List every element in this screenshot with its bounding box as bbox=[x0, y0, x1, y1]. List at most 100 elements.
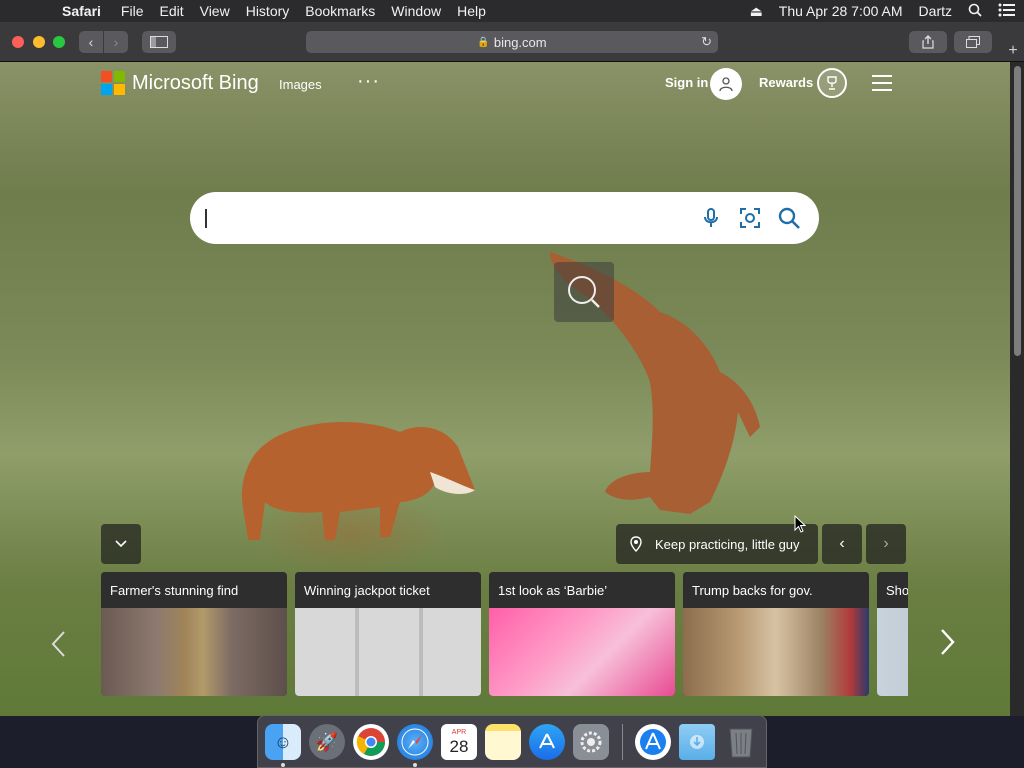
visual-search-overlay[interactable] bbox=[554, 262, 614, 322]
news-carousel: Farmer's stunning find Winning jackpot t… bbox=[101, 572, 908, 696]
forward-button[interactable]: › bbox=[104, 31, 128, 53]
avatar[interactable] bbox=[710, 68, 742, 100]
menubar-clock[interactable]: Thu Apr 28 7:00 AM bbox=[771, 3, 911, 19]
microsoft-logo-icon bbox=[101, 71, 125, 95]
image-caption[interactable]: Keep practicing, little guy bbox=[616, 524, 818, 564]
news-card[interactable]: Trump backs for gov. bbox=[683, 572, 869, 696]
system-preferences-icon[interactable] bbox=[573, 724, 609, 760]
chevron-left-icon bbox=[51, 631, 65, 657]
close-window-button[interactable] bbox=[12, 36, 24, 48]
chevron-left-icon: ‹ bbox=[839, 535, 845, 552]
running-indicator bbox=[413, 763, 417, 767]
notes-icon[interactable] bbox=[485, 724, 521, 760]
news-card-image bbox=[877, 608, 908, 696]
dock-separator bbox=[622, 724, 623, 760]
menu-file[interactable]: File bbox=[113, 3, 152, 19]
news-card-title: 1st look as ‘Barbie’ bbox=[489, 572, 675, 608]
back-button[interactable]: ‹ bbox=[79, 31, 103, 53]
next-image-button[interactable]: › bbox=[866, 524, 906, 564]
app-store-icon[interactable] bbox=[529, 724, 565, 760]
caption-text: Keep practicing, little guy bbox=[655, 536, 800, 552]
tab-overview-button[interactable] bbox=[954, 31, 992, 53]
news-card[interactable]: Farmer's stunning find bbox=[101, 572, 287, 696]
tabs-icon bbox=[966, 36, 980, 48]
address-bar[interactable]: 🔒 bing.com ↻ bbox=[306, 31, 718, 53]
chrome-icon[interactable] bbox=[353, 724, 389, 760]
reload-icon[interactable]: ↻ bbox=[701, 34, 712, 50]
chevron-right-icon bbox=[941, 629, 955, 655]
search-icon bbox=[778, 207, 800, 229]
news-card-title: Farmer's stunning find bbox=[101, 572, 287, 608]
chevron-right-icon: › bbox=[113, 34, 119, 50]
scrollbar-thumb[interactable] bbox=[1014, 66, 1021, 356]
share-icon bbox=[922, 35, 934, 49]
text-caret bbox=[205, 209, 207, 228]
location-pin-icon bbox=[630, 536, 642, 552]
downloads-folder-icon[interactable] bbox=[679, 724, 715, 760]
menu-safari[interactable]: Safari bbox=[54, 3, 113, 19]
running-indicator bbox=[281, 763, 285, 767]
address-url: bing.com bbox=[493, 34, 547, 50]
menu-history[interactable]: History bbox=[238, 3, 298, 19]
chevron-left-icon: ‹ bbox=[88, 34, 94, 50]
bing-logo[interactable]: Microsoft Bing bbox=[101, 71, 259, 95]
carousel-prev-button[interactable] bbox=[50, 630, 66, 665]
menu-bookmarks[interactable]: Bookmarks bbox=[297, 3, 383, 19]
menu-bar: Safari File Edit View History Bookmarks … bbox=[0, 0, 1024, 22]
calendar-day: 28 bbox=[449, 736, 469, 756]
trash-icon[interactable] bbox=[723, 724, 759, 760]
control-center-icon[interactable] bbox=[990, 3, 1024, 20]
previous-image-button[interactable]: ‹ bbox=[822, 524, 862, 564]
sidebar-toggle-button[interactable] bbox=[142, 31, 176, 53]
fox-image bbox=[241, 422, 475, 540]
share-button[interactable] bbox=[909, 31, 947, 53]
menu-view[interactable]: View bbox=[192, 3, 238, 19]
chevron-right-icon: › bbox=[883, 535, 889, 552]
rewards-trophy-icon[interactable] bbox=[817, 68, 847, 98]
safari-toolbar: ‹ › 🔒 bing.com ↻ bbox=[0, 22, 1024, 62]
menu-window[interactable]: Window bbox=[383, 3, 449, 19]
calendar-month: APR bbox=[451, 728, 467, 736]
microphone-icon[interactable] bbox=[698, 205, 724, 231]
safari-icon[interactable] bbox=[397, 724, 433, 760]
news-card-image bbox=[295, 608, 481, 696]
launchpad-icon[interactable]: 🚀 bbox=[309, 724, 345, 760]
spotlight-search-icon[interactable] bbox=[960, 3, 990, 20]
search-box bbox=[190, 192, 819, 244]
news-card-title: Trump backs for gov. bbox=[683, 572, 869, 608]
news-card[interactable]: 1st look as ‘Barbie’ bbox=[489, 572, 675, 696]
plus-icon: + bbox=[1008, 42, 1018, 59]
more-options-icon[interactable]: ··· bbox=[357, 70, 380, 93]
logo-text: Microsoft Bing bbox=[132, 71, 259, 94]
carousel-next-button[interactable] bbox=[940, 628, 956, 663]
eject-icon[interactable]: ⏏ bbox=[742, 3, 771, 20]
mouse-cursor-icon bbox=[794, 515, 806, 533]
rewards-link[interactable]: Rewards bbox=[759, 75, 813, 90]
search-icon bbox=[568, 276, 600, 308]
nav-images-link[interactable]: Images bbox=[279, 77, 322, 92]
app-store-download-icon[interactable] bbox=[635, 724, 671, 760]
news-card[interactable]: Sho bbox=[877, 572, 908, 696]
news-card-title: Winning jackpot ticket bbox=[295, 572, 481, 608]
news-card-title: Sho bbox=[877, 572, 908, 608]
new-tab-button[interactable]: + bbox=[1002, 40, 1024, 62]
minimize-window-button[interactable] bbox=[33, 36, 45, 48]
sidebar-icon bbox=[150, 36, 168, 48]
dock: ☺ 🚀 APR 28 bbox=[257, 715, 767, 768]
menu-help[interactable]: Help bbox=[449, 3, 494, 19]
search-input[interactable] bbox=[204, 206, 684, 230]
zoom-window-button[interactable] bbox=[53, 36, 65, 48]
sign-in-link[interactable]: Sign in bbox=[665, 75, 708, 90]
visual-search-icon[interactable] bbox=[737, 205, 763, 231]
news-card-image bbox=[101, 608, 287, 696]
finder-icon[interactable]: ☺ bbox=[265, 724, 301, 760]
menubar-user[interactable]: Dartz bbox=[911, 3, 960, 19]
menu-edit[interactable]: Edit bbox=[151, 3, 191, 19]
news-card[interactable]: Winning jackpot ticket bbox=[295, 572, 481, 696]
lock-icon: 🔒 bbox=[477, 36, 490, 48]
news-card-image bbox=[683, 608, 869, 696]
calendar-icon[interactable]: APR 28 bbox=[441, 724, 477, 760]
hamburger-menu-icon[interactable] bbox=[872, 75, 892, 91]
collapse-button[interactable] bbox=[101, 524, 141, 564]
search-button[interactable] bbox=[776, 205, 802, 231]
